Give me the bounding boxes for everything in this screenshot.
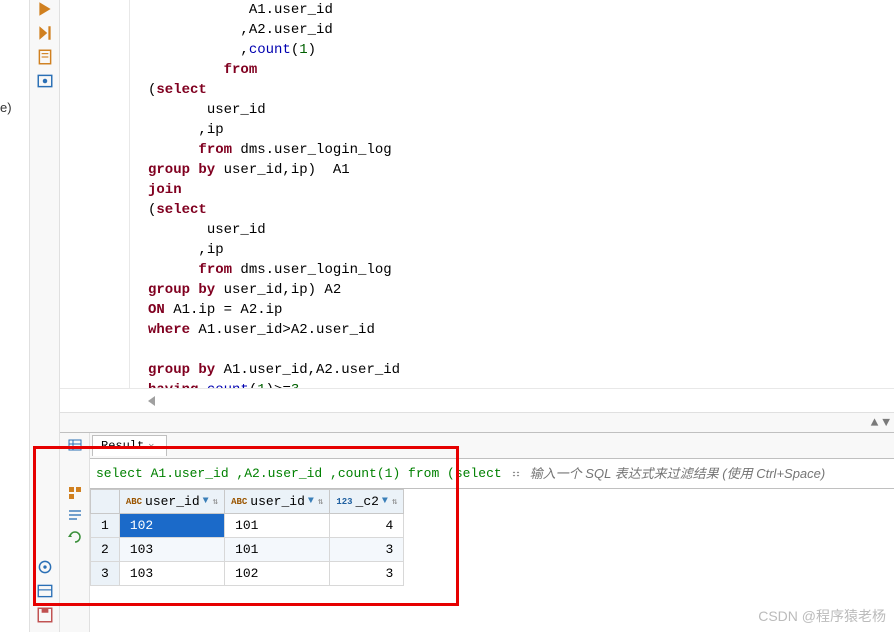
results-tab-bar: Result ✕: [90, 433, 894, 459]
filter-row: select A1.user_id ,A2.user_id ,count(1) …: [90, 459, 894, 489]
editor[interactable]: A1.user_id ,A2.user_id ,count(1) from (s…: [60, 0, 894, 388]
rownum-header[interactable]: [91, 490, 120, 514]
truncated-text: e): [0, 100, 12, 115]
run-step-icon[interactable]: [36, 24, 54, 42]
watermark-text: CSDN @程序猿老杨: [758, 606, 886, 626]
main-area: A1.user_id ,A2.user_id ,count(1) from (s…: [60, 0, 894, 632]
cell[interactable]: 101: [225, 538, 330, 562]
text-mode-icon[interactable]: [67, 507, 83, 523]
row-number[interactable]: 3: [91, 562, 120, 586]
close-tab-icon[interactable]: ✕: [148, 441, 158, 451]
refresh-icon[interactable]: [67, 529, 83, 545]
save-icon[interactable]: [36, 606, 54, 624]
filter-icon[interactable]: ▼: [203, 496, 209, 507]
column-header-0[interactable]: ABCuser_id▼⇅: [119, 490, 224, 514]
minimize-panel-icon[interactable]: ▲ ▼: [871, 415, 888, 430]
outer-sidebar: e): [0, 0, 30, 632]
cell[interactable]: 3: [330, 562, 404, 586]
horizontal-scroll[interactable]: [60, 388, 894, 412]
results-panel: Result ✕ select A1.user_id ,A2.user_id ,…: [60, 432, 894, 632]
cell[interactable]: 103: [119, 562, 224, 586]
settings-icon[interactable]: [36, 558, 54, 576]
cell[interactable]: 103: [119, 538, 224, 562]
result-tab-label: Result: [101, 439, 144, 453]
table-row[interactable]: 11021014: [91, 514, 404, 538]
grid-mode-icon[interactable]: [67, 485, 83, 501]
grid-icon[interactable]: [67, 437, 83, 453]
results-toolbar: [60, 433, 90, 632]
run-icon[interactable]: [36, 0, 54, 18]
result-tab[interactable]: Result ✕: [92, 435, 167, 456]
table-row[interactable]: 31031023: [91, 562, 404, 586]
column-header-2[interactable]: 123_c2▼⇅: [330, 490, 404, 514]
sql-preview: select A1.user_id ,A2.user_id ,count(1) …: [90, 466, 508, 481]
cell[interactable]: 102: [225, 562, 330, 586]
script-icon[interactable]: [36, 48, 54, 66]
tool-sidebar: [30, 0, 60, 632]
table-row[interactable]: 21031013: [91, 538, 404, 562]
row-number[interactable]: 1: [91, 514, 120, 538]
cell[interactable]: 101: [225, 514, 330, 538]
panel-icon[interactable]: [36, 582, 54, 600]
cell[interactable]: 4: [330, 514, 404, 538]
column-header-1[interactable]: ABCuser_id▼⇅: [225, 490, 330, 514]
panel-collapse-bar: ▲ ▼: [60, 412, 894, 432]
scroll-left-icon[interactable]: [148, 396, 155, 406]
cell[interactable]: 102: [119, 514, 224, 538]
expand-sql-icon[interactable]: [508, 466, 524, 482]
editor-code[interactable]: A1.user_id ,A2.user_id ,count(1) from (s…: [60, 0, 894, 388]
filter-icon[interactable]: ▼: [382, 496, 388, 507]
row-number[interactable]: 2: [91, 538, 120, 562]
cell[interactable]: 3: [330, 538, 404, 562]
data-table: ABCuser_id▼⇅ABCuser_id▼⇅123_c2▼⇅11021014…: [90, 489, 404, 586]
filter-icon[interactable]: ▼: [308, 496, 314, 507]
filter-input[interactable]: [524, 466, 894, 481]
editor-gutter: [60, 0, 130, 388]
explain-icon[interactable]: [36, 72, 54, 90]
